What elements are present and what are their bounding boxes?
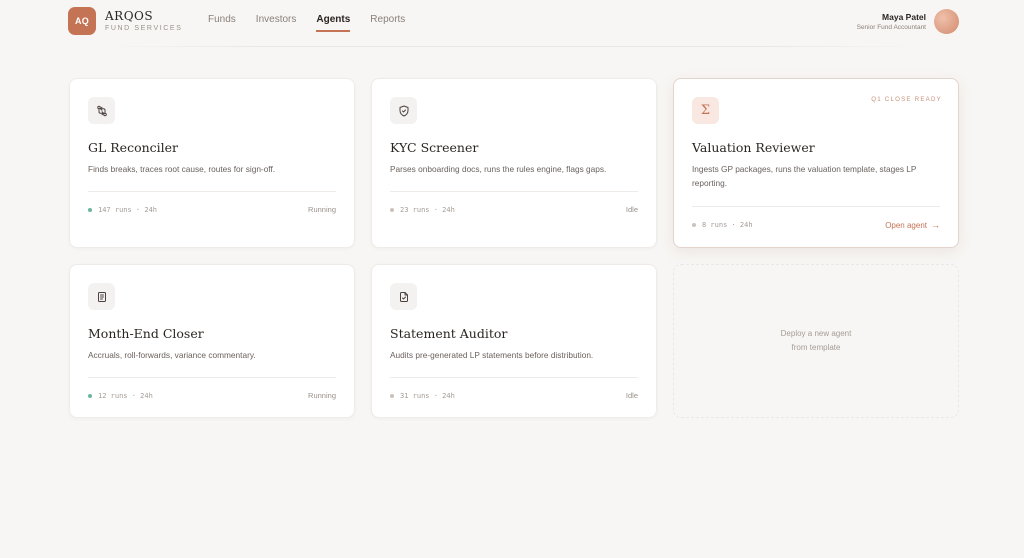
deploy-agent-card[interactable]: Deploy a new agent from template: [673, 264, 959, 418]
agent-card-gl-reconciler[interactable]: GL Reconciler Finds breaks, traces root …: [69, 78, 355, 248]
agent-description: Audits pre-generated LP statements befor…: [390, 350, 594, 360]
agent-title: Statement Auditor: [390, 326, 508, 341]
agent-title: KYC Screener: [390, 140, 479, 155]
brand-subtitle: FUND SERVICES: [105, 25, 183, 32]
card-divider: [390, 191, 638, 192]
agent-description: Ingests GP packages, runs the valuation …: [692, 164, 917, 188]
agent-card-statement-auditor[interactable]: Statement Auditor Audits pre-generated L…: [371, 264, 657, 418]
nav-agents[interactable]: Agents: [316, 14, 350, 32]
run-count: 8 runs · 24h: [702, 221, 753, 229]
status-label: Running: [308, 205, 336, 214]
main-nav: Funds Investors Agents Reports: [208, 14, 425, 32]
status-label: Running: [308, 391, 336, 400]
agent-stats: 23 runs · 24h: [390, 206, 455, 214]
status-dot: [390, 394, 394, 398]
run-count: 12 runs · 24h: [98, 392, 153, 400]
nav-investors[interactable]: Investors: [256, 14, 297, 32]
card-divider: [390, 377, 638, 378]
nav-funds[interactable]: Funds: [208, 14, 236, 32]
user-name: Maya Patel: [882, 12, 926, 22]
agent-title: Month-End Closer: [88, 326, 204, 341]
nav-reports[interactable]: Reports: [370, 14, 405, 32]
agent-card-month-end-closer[interactable]: Month-End Closer Accruals, roll-forwards…: [69, 264, 355, 418]
sigma-icon: Σ: [692, 97, 719, 124]
avatar[interactable]: [934, 9, 959, 34]
deploy-line-2: from template: [791, 343, 841, 352]
status-dot: [88, 394, 92, 398]
run-count: 31 runs · 24h: [400, 392, 455, 400]
agent-stats: 31 runs · 24h: [390, 392, 455, 400]
arrow-right-icon: →: [931, 220, 940, 230]
agent-description: Finds breaks, traces root cause, routes …: [88, 164, 276, 174]
card-divider: [88, 191, 336, 192]
agent-card-kyc-screener[interactable]: KYC Screener Parses onboarding docs, run…: [371, 78, 657, 248]
agent-card-valuation-reviewer[interactable]: Q1 CLOSE READY Σ Valuation Reviewer Inge…: [673, 78, 959, 248]
card-divider: [692, 206, 940, 207]
shield-check-icon: [390, 97, 417, 124]
open-agent-link[interactable]: Open agent →: [885, 220, 940, 230]
top-bar: AQ ARQOS FUND SERVICES Funds Investors A…: [0, 0, 1024, 44]
agent-title: GL Reconciler: [88, 140, 179, 155]
logo-badge[interactable]: AQ: [68, 7, 96, 35]
user-role: Senior Fund Accountant: [856, 24, 926, 31]
agent-description: Accruals, roll-forwards, variance commen…: [88, 350, 256, 360]
status-dot: [390, 208, 394, 212]
book-icon: [88, 283, 115, 310]
status-dot: [692, 223, 696, 227]
git-compare-icon: [88, 97, 115, 124]
agent-stats: 12 runs · 24h: [88, 392, 153, 400]
run-count: 23 runs · 24h: [400, 206, 455, 214]
agent-stats: 8 runs · 24h: [692, 221, 753, 229]
deploy-line-1: Deploy a new agent: [780, 329, 852, 338]
header-divider: [100, 46, 924, 47]
status-dot: [88, 208, 92, 212]
card-divider: [88, 377, 336, 378]
open-agent-label: Open agent: [885, 220, 927, 230]
status-badge: Q1 CLOSE READY: [871, 96, 942, 103]
status-label: Idle: [625, 391, 638, 400]
agent-stats: 147 runs · 24h: [88, 206, 157, 214]
brand-name: ARQOS: [105, 9, 154, 23]
status-label: Idle: [625, 205, 638, 214]
agent-title: Valuation Reviewer: [692, 140, 815, 155]
run-count: 147 runs · 24h: [98, 206, 158, 214]
document-check-icon: [390, 283, 417, 310]
agent-description: Parses onboarding docs, runs the rules e…: [390, 164, 607, 174]
